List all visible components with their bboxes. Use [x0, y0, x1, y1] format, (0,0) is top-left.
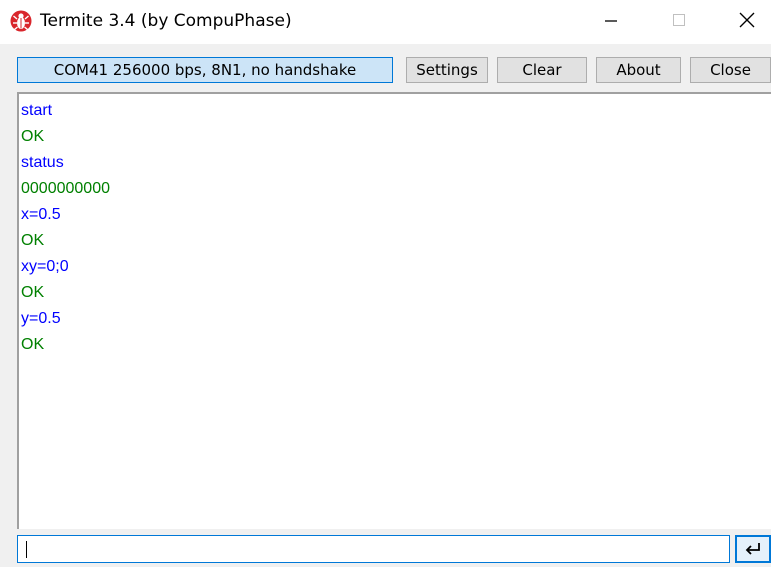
terminal-line: OK [21, 128, 45, 145]
clear-button[interactable]: Clear [497, 57, 587, 83]
termite-window: Termite 3.4 (by CompuPhase) COM41 256000… [0, 0, 771, 567]
window-title: Termite 3.4 (by CompuPhase) [40, 11, 292, 31]
command-input[interactable] [17, 535, 730, 563]
terminal-line: status [21, 154, 64, 171]
terminal-line: start [21, 102, 53, 119]
send-button[interactable] [735, 535, 771, 563]
enter-return-icon [745, 543, 760, 555]
port-status-button[interactable]: COM41 256000 bps, 8N1, no handshake [17, 57, 393, 83]
terminal-line: xy=0;0 [21, 258, 69, 275]
minimize-button[interactable] [582, 0, 640, 40]
maximize-button[interactable] [650, 0, 708, 40]
terminal-line: 0000000000 [21, 180, 110, 197]
close-icon [739, 12, 755, 28]
text-caret [26, 541, 27, 558]
toolbar: COM41 256000 bps, 8N1, no handshake Sett… [0, 44, 771, 92]
close-button[interactable]: Close [690, 57, 771, 83]
terminal-line: x=0.5 [21, 206, 61, 223]
terminal-line: y=0.5 [21, 310, 61, 327]
input-bar [0, 529, 771, 567]
settings-button[interactable]: Settings [406, 57, 488, 83]
termite-bug-icon [10, 10, 32, 32]
terminal-output[interactable]: start OK status 0000000000 x=0.5 OK xy=0… [17, 92, 771, 529]
title-bar[interactable]: Termite 3.4 (by CompuPhase) [0, 0, 771, 44]
maximize-icon [673, 14, 685, 26]
close-window-button[interactable] [718, 0, 771, 40]
terminal-line: OK [21, 336, 45, 353]
terminal-line: OK [21, 284, 45, 301]
terminal-line: OK [21, 232, 45, 249]
minimize-icon [605, 20, 617, 22]
about-button[interactable]: About [596, 57, 681, 83]
